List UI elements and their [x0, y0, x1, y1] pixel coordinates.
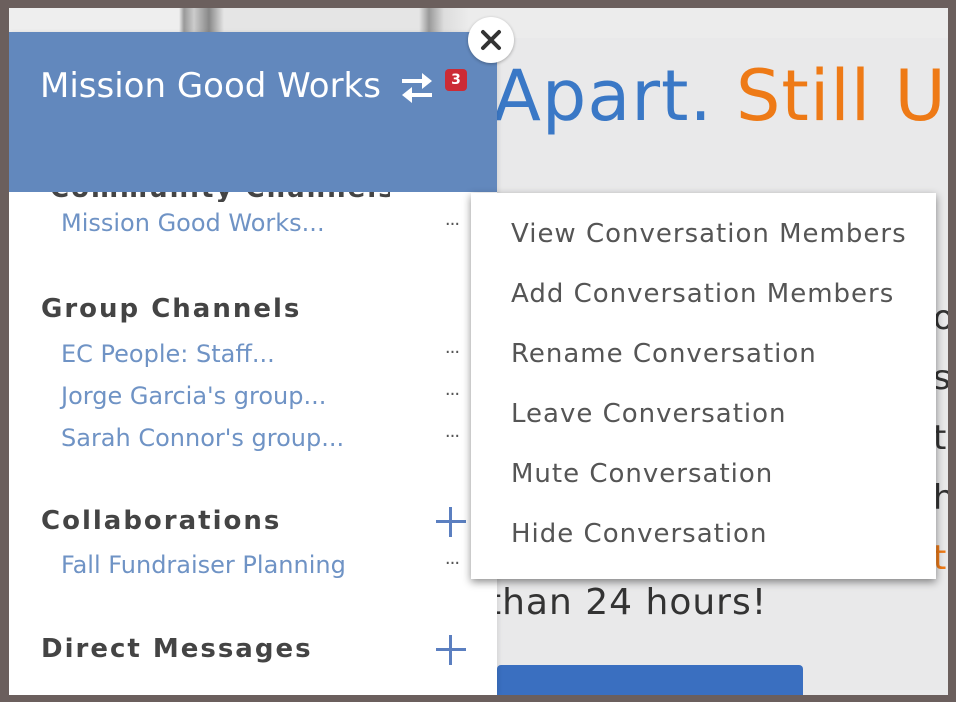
notification-badge: 3: [445, 69, 467, 91]
add-collaboration-plus-icon[interactable]: [436, 507, 466, 537]
menu-item-hide[interactable]: Hide Conversation: [511, 519, 767, 549]
section-title-community: Community Channels: [50, 192, 390, 202]
hero-cta-button[interactable]: [497, 665, 803, 695]
section-title-collaborations: Collaborations: [41, 506, 282, 536]
ellipsis-icon[interactable]: ···: [441, 344, 463, 362]
chat-sidebar: Mission Good Works 3 Community Channels …: [9, 32, 497, 695]
close-icon: [481, 30, 501, 50]
add-direct-message-plus-icon[interactable]: [436, 635, 466, 665]
workspace-title[interactable]: Mission Good Works: [40, 66, 381, 106]
hero-headline-blue: Apart.: [493, 55, 713, 137]
section-title-group-channels: Group Channels: [41, 294, 302, 324]
close-button[interactable]: [468, 17, 514, 63]
menu-item-leave[interactable]: Leave Conversation: [511, 399, 787, 429]
conversation-context-menu: View Conversation Members Add Conversati…: [471, 193, 936, 579]
sidebar-header: Mission Good Works 3: [9, 32, 497, 192]
app-viewport: Apart. Still Ur o s t h t than 24 hours!…: [9, 8, 948, 695]
menu-item-rename[interactable]: Rename Conversation: [511, 339, 817, 369]
section-title-cutoff: Community Channels: [50, 192, 390, 202]
section-title-direct-messages: Direct Messages: [41, 634, 313, 664]
hero-headline: Apart. Still Ur: [493, 56, 948, 136]
menu-item-add-members[interactable]: Add Conversation Members: [511, 279, 894, 309]
hero-headline-orange: Still Ur: [735, 55, 948, 137]
ellipsis-icon[interactable]: ···: [441, 428, 463, 446]
ellipsis-icon[interactable]: ···: [441, 216, 463, 234]
channel-link[interactable]: Fall Fundraiser Planning: [61, 551, 346, 579]
channel-link[interactable]: Mission Good Works...: [61, 209, 325, 237]
menu-item-mute[interactable]: Mute Conversation: [511, 459, 773, 489]
channel-link[interactable]: Sarah Connor's group...: [61, 424, 344, 452]
swap-arrows-icon[interactable]: [398, 70, 436, 104]
ellipsis-icon[interactable]: ···: [441, 386, 463, 404]
hero-subtext: than 24 hours!: [487, 582, 768, 623]
ellipsis-icon[interactable]: ···: [441, 555, 463, 573]
channel-link[interactable]: EC People: Staff...: [61, 340, 275, 368]
channel-link[interactable]: Jorge Garcia's group...: [61, 382, 326, 410]
menu-item-view-members[interactable]: View Conversation Members: [511, 219, 907, 249]
